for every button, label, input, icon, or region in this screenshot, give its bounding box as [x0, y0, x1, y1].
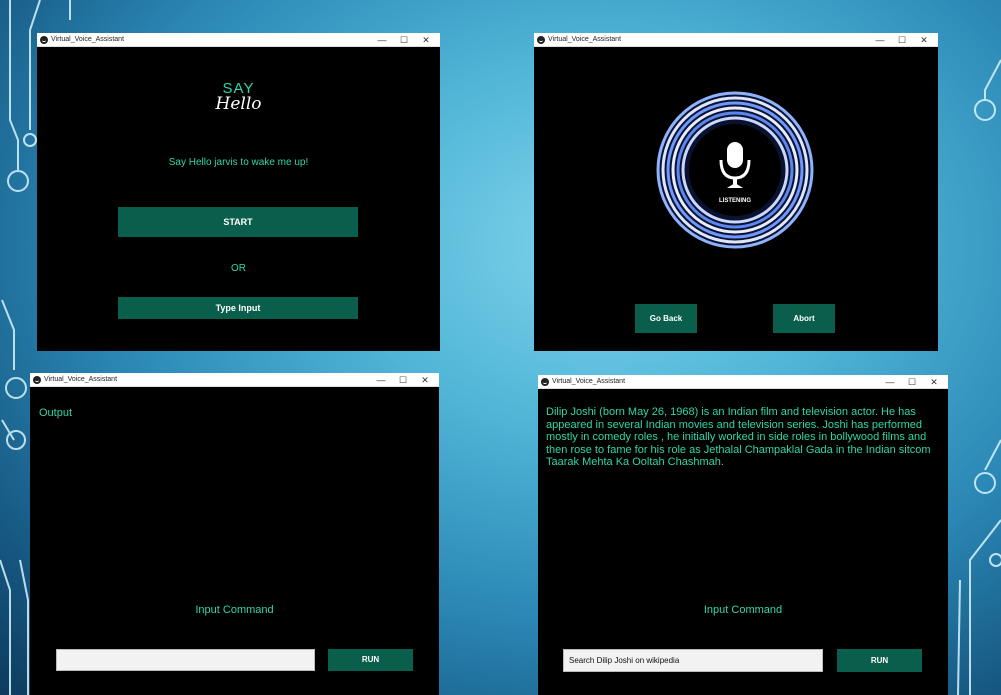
command-input[interactable]	[56, 649, 315, 671]
app-icon	[541, 378, 549, 386]
app-icon	[537, 36, 545, 44]
result-output-text: Dilip Joshi (born May 26, 1968) is an In…	[546, 406, 931, 468]
title-bar: Virtual_Voice_Assistant — ☐ ✕	[37, 33, 440, 47]
window-start-screen: Virtual_Voice_Assistant — ☐ ✕ SAY Hello …	[37, 33, 440, 351]
close-icon[interactable]: ✕	[924, 376, 944, 388]
app-icon	[33, 376, 41, 384]
input-command-label: Input Command	[195, 604, 274, 616]
maximize-icon[interactable]: ☐	[892, 34, 912, 46]
app-icon	[40, 36, 48, 44]
output-label: Output	[39, 407, 73, 419]
window-title: Virtual_Voice_Assistant	[44, 376, 118, 383]
listening-indicator: LISTENING	[656, 91, 814, 249]
logo-hello: Hello	[215, 94, 262, 114]
window-listening-screen: Virtual_Voice_Assistant — ☐ ✕ LISTENING …	[534, 33, 938, 351]
listening-status: LISTENING	[719, 198, 751, 204]
wake-instruction: Say Hello jarvis to wake me up!	[168, 157, 309, 168]
window-title: Virtual_Voice_Assistant	[548, 36, 622, 43]
maximize-icon[interactable]: ☐	[393, 374, 413, 386]
title-bar: Virtual_Voice_Assistant — ☐ ✕	[538, 375, 948, 389]
run-button[interactable]: RUN	[837, 649, 922, 672]
minimize-icon[interactable]: —	[371, 374, 391, 386]
close-icon[interactable]: ✕	[415, 374, 435, 386]
minimize-icon[interactable]: —	[880, 376, 900, 388]
go-back-button[interactable]: Go Back	[635, 304, 697, 333]
type-input-button[interactable]: Type Input	[118, 297, 358, 319]
window-title: Virtual_Voice_Assistant	[51, 36, 125, 43]
minimize-icon[interactable]: —	[870, 34, 890, 46]
title-bar: Virtual_Voice_Assistant — ☐ ✕	[30, 373, 439, 387]
window-text-input-result: Virtual_Voice_Assistant — ☐ ✕ Dilip Josh…	[538, 375, 948, 695]
close-icon[interactable]: ✕	[914, 34, 934, 46]
maximize-icon[interactable]: ☐	[902, 376, 922, 388]
run-button[interactable]: RUN	[328, 649, 413, 671]
abort-button[interactable]: Abort	[773, 304, 835, 333]
close-icon[interactable]: ✕	[416, 34, 436, 46]
command-input[interactable]	[563, 649, 823, 672]
window-text-input-empty: Virtual_Voice_Assistant — ☐ ✕ Output Inp…	[30, 373, 439, 695]
title-bar: Virtual_Voice_Assistant — ☐ ✕	[534, 33, 938, 47]
window-title: Virtual_Voice_Assistant	[552, 378, 626, 385]
minimize-icon[interactable]: —	[372, 34, 392, 46]
or-divider-label: OR	[231, 263, 246, 274]
maximize-icon[interactable]: ☐	[394, 34, 414, 46]
input-command-label: Input Command	[703, 604, 783, 616]
start-button[interactable]: START	[118, 207, 358, 237]
